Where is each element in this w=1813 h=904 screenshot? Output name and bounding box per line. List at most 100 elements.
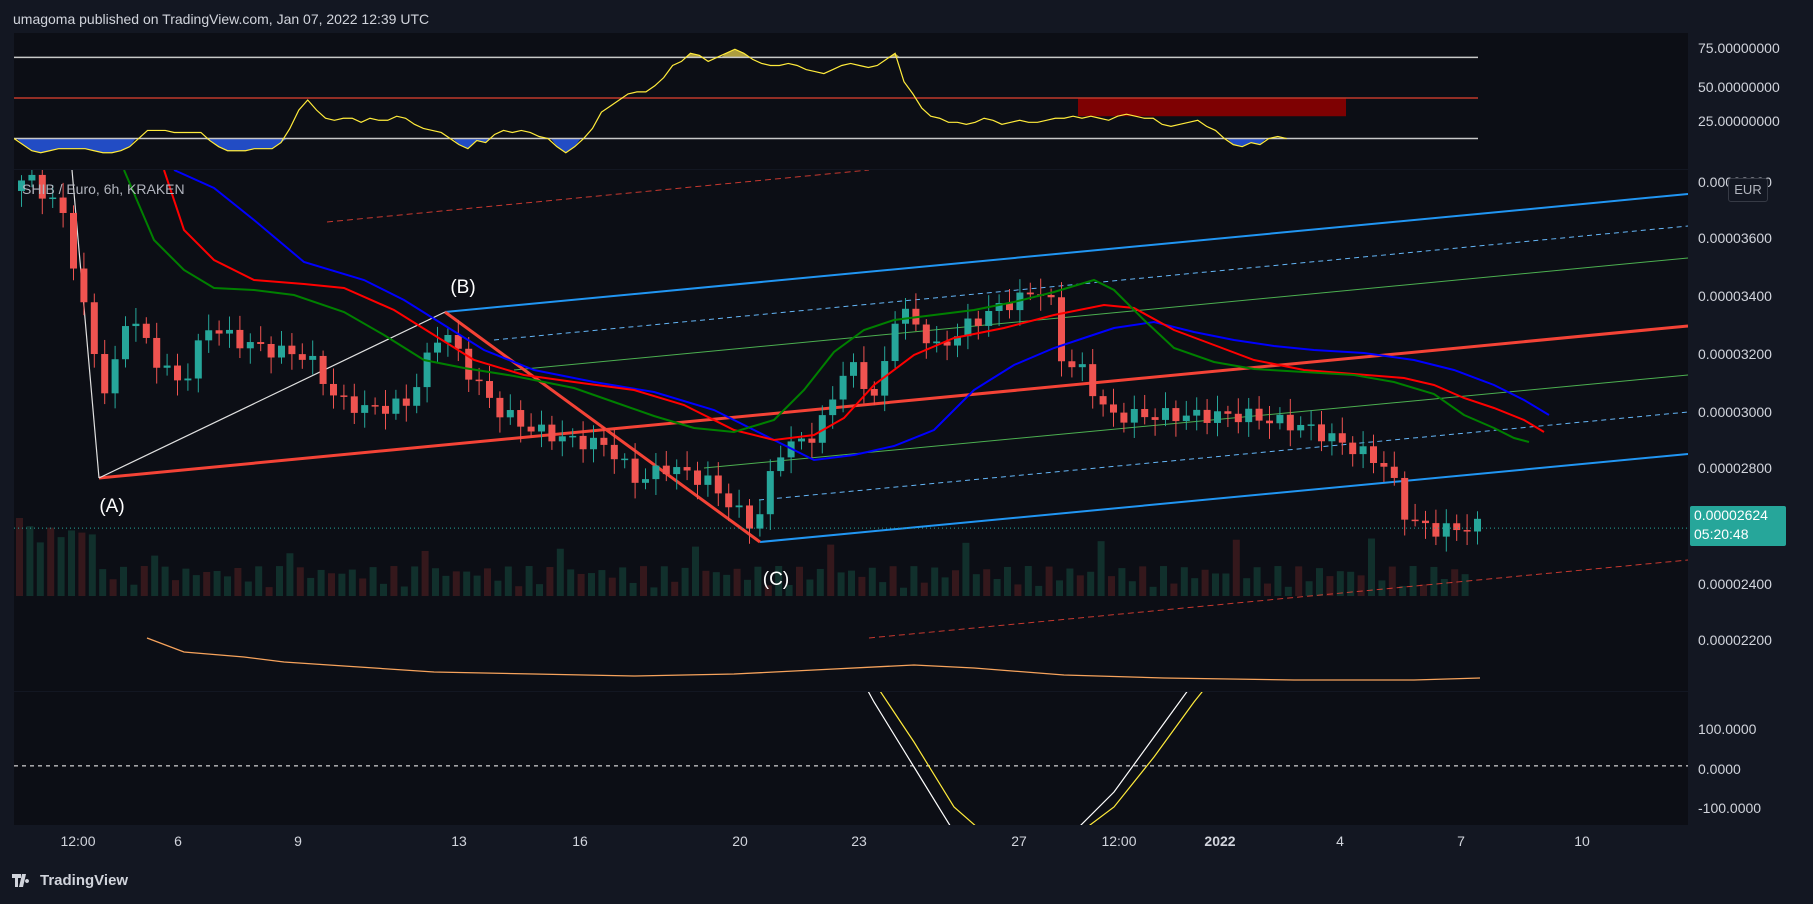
rsi-panel[interactable] [14,33,1688,169]
candle-body [90,302,98,355]
pitchfork-upper-tine [444,193,1688,313]
candle-body [1338,433,1346,443]
candle-body [1193,409,1201,416]
candle-body [163,365,171,368]
candle-body [517,410,525,427]
rsi-axis-tick-label: 75.00000000 [1698,40,1780,56]
price-chart: (A) (B) (C) [14,170,1688,681]
candle-body [850,362,857,376]
price-axis[interactable]: 0.000038000.000036000.000034000.00003200… [1688,170,1813,691]
volume-bar [390,566,398,596]
ema-green-line [123,170,1530,443]
candle-body [579,435,587,450]
cci-axis[interactable]: 100.0000 0.0000 -100.0000 [1688,692,1813,825]
volume-bar [816,568,824,596]
candle-body [870,388,878,396]
volume-bar [1201,569,1209,596]
volume-bar [1118,568,1126,596]
price-axis-tick-label: 0.00003000 [1698,404,1772,420]
time-tick-label: 13 [451,833,467,849]
time-axis[interactable]: 12:00 6 9 13 16 20 23 27 12:00 2022 4 7 10 [14,826,1688,856]
candle-body [475,379,483,382]
candle-body [423,352,431,388]
volume-bar [754,566,762,596]
candle-body [1286,414,1294,431]
volume-bar [1430,566,1438,596]
volume-bar [619,567,627,596]
candle-body [922,324,930,344]
candle-body [652,465,660,480]
candle-body [1182,415,1190,422]
volume-bar [1108,576,1115,596]
volume-bar [1461,574,1469,596]
volume-bar [806,579,814,596]
time-tick-label: 27 [1011,833,1027,849]
pitchfork-upper-warning-line [326,170,870,223]
candle-body [111,359,119,394]
candle-body [382,405,389,414]
candle-body [1151,417,1159,420]
volume-bar [681,567,689,596]
candle-body [174,365,181,381]
cci-axis-labels: 100.0000 0.0000 -100.0000 [1698,721,1761,816]
time-tick-label: 10 [1574,833,1590,849]
candle-body [1089,364,1097,397]
currency-button[interactable]: EUR [1728,178,1768,202]
price-axis-tick-label: 0.00003200 [1698,346,1772,362]
volume-bar [1066,568,1074,596]
candle-body [548,424,556,442]
volume-bar [1243,578,1251,596]
cci-axis-tick-label: 100.0000 [1698,721,1757,737]
rsi-axis-labels: 75.00000000 50.00000000 25.00000000 [1698,40,1780,129]
volume-bar [868,567,876,596]
price-panel[interactable]: (A) (B) (C) [14,170,1688,691]
candle-body [1234,413,1242,423]
volume-bar [369,567,377,596]
candle-body [683,467,691,471]
volume-bar [629,582,637,596]
volume-bar [920,582,928,596]
volume-bar [889,566,897,596]
candle-body [798,438,805,442]
volume-bar [1232,539,1240,596]
candle-body [891,323,899,362]
volume-bar [432,568,439,596]
volume-bar [910,566,918,596]
wave-b-c-line [444,310,761,544]
candle-body [1203,409,1211,423]
volume-bar [307,577,315,596]
volume-bar [213,570,221,596]
volume-bar [1284,586,1292,596]
candle-body [1401,477,1409,520]
volume-bar [88,534,96,596]
time-axis-labels: 12:00 6 9 13 16 20 23 27 12:00 2022 4 7 10 [60,833,1590,849]
volume-bar [57,537,65,596]
volume-bar [1326,576,1334,596]
volume-bar [567,569,575,596]
candle-body [142,323,150,338]
candle-body [486,381,493,398]
volume-bar [993,579,1001,596]
candle-body [735,505,743,508]
volume-bar [192,575,200,596]
rsi-chart [14,48,1478,154]
volume-bar [1305,581,1313,596]
rsi-axis[interactable]: 75.00000000 50.00000000 25.00000000 [1688,33,1813,169]
tradingview-brand[interactable]: TradingView [12,872,128,889]
candle-body [631,458,639,483]
volume-bar [1128,581,1136,596]
cci-panel[interactable] [14,692,1688,825]
cci-line [867,692,1188,825]
candle-body [1120,412,1128,423]
volume-bar [130,584,138,596]
candle-body [402,398,410,406]
volume-bar [1087,571,1095,596]
candle-body [704,475,712,485]
rsi-bear-zone-fill [1078,97,1346,117]
candle-body [673,467,681,475]
volume-bar [1180,567,1188,596]
brand-label: TradingView [40,872,129,889]
tradingview-logo-icon [12,873,30,887]
rsi-axis-tick-label: 25.00000000 [1698,113,1780,129]
volume-bar [702,570,710,596]
